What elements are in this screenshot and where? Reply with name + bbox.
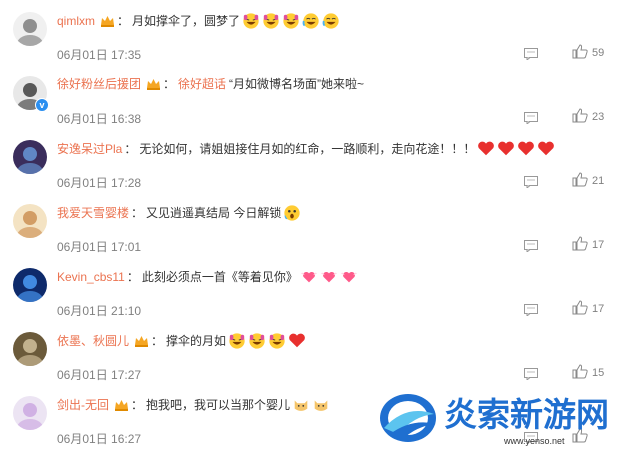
like-icon[interactable] (572, 364, 588, 379)
comment-time: 06月01日 16:27 (57, 432, 142, 446)
colon-separator: ： (124, 142, 137, 156)
cat-emoji-icon (312, 396, 330, 414)
comment-text: 月如撑伞了，圆梦了 (132, 14, 241, 28)
comment-username[interactable]: qimlxm (57, 13, 95, 29)
shock-emoji-icon (283, 204, 301, 222)
comment-username[interactable]: Kevin_cbs11 (57, 269, 125, 285)
like-count: 59 (592, 47, 605, 59)
comment-time: 06月01日 17:35 (57, 48, 142, 62)
lol-emoji-icon (302, 12, 320, 30)
avatar[interactable] (13, 12, 47, 46)
reply-icon[interactable] (524, 175, 538, 190)
heart-emoji-icon (517, 140, 535, 158)
comment-item: Kevin_cbs11：此刻必须点一首《等着见你》 06月01日 21:10 17 (0, 266, 626, 330)
comment-item: 我爱天雪婴楼：又见逍遥真结局 今日解锁 06月01日 17:01 17 (0, 202, 626, 266)
watermark-url: www.yenso.net (503, 436, 565, 446)
like-icon[interactable] (572, 44, 588, 59)
reply-icon[interactable] (524, 367, 538, 382)
comment-text: 抱我吧，我可以当那个婴儿 (146, 398, 291, 412)
comment-text: 又见逍遥真结局 今日解锁 (146, 206, 282, 220)
flying-heart-emoji-icon (320, 268, 338, 286)
heart-emoji-icon (537, 140, 555, 158)
comment-item: 安逸呆过Pla：无论如何，请姐姐接住月如的红命，一路顺利，走向花途！！！ 06月0… (0, 138, 626, 202)
doge-laugh-emoji-icon (262, 12, 280, 30)
cat-emoji-icon (292, 396, 310, 414)
avatar[interactable] (13, 140, 47, 174)
avatar[interactable] (13, 268, 47, 302)
lol-emoji-icon (322, 12, 340, 30)
heart-emoji-icon (288, 332, 306, 350)
crown-badge-icon (114, 399, 129, 411)
avatar[interactable] (13, 204, 47, 238)
heart-emoji-icon (477, 140, 495, 158)
verified-badge-icon: v (35, 98, 49, 112)
like-icon[interactable] (572, 108, 588, 123)
like-count: 17 (592, 239, 605, 251)
comment-time: 06月01日 17:27 (57, 368, 142, 382)
doge-laugh-emoji-icon (242, 12, 260, 30)
avatar[interactable] (13, 332, 47, 366)
comment-username[interactable]: 安逸呆过Pla (57, 141, 122, 157)
reply-icon[interactable] (524, 47, 538, 62)
like-icon[interactable] (572, 236, 588, 251)
colon-separator: ： (163, 77, 176, 91)
comment-item: v 徐好粉丝后援团 ：徐好超话 “月如微博名场面”她来啦~ 06月01日 16:38 23 (0, 74, 626, 138)
comment-text: “月如微博名场面”她来啦~ (229, 77, 365, 91)
colon-separator: ： (126, 270, 139, 284)
avatar[interactable] (13, 396, 47, 430)
like-count: 21 (592, 175, 605, 187)
heart-emoji-icon (497, 140, 515, 158)
flying-heart-emoji-icon (340, 268, 358, 286)
topic-tag[interactable]: 徐好超话 (178, 76, 226, 92)
comment-username[interactable]: 剑出-无回 (57, 397, 109, 413)
comment-text: 撑伞的月如 (166, 334, 227, 348)
reply-icon[interactable] (524, 239, 538, 254)
doge-laugh-emoji-icon (228, 332, 246, 350)
comment-time: 06月01日 17:01 (57, 240, 142, 254)
comment-username[interactable]: 徐好粉丝后援团 (57, 76, 141, 92)
colon-separator: ： (117, 14, 130, 28)
flying-heart-emoji-icon (300, 268, 318, 286)
watermark-logo: 炎索新游网 www.yenso.net (376, 384, 626, 449)
comment-text: 此刻必须点一首《等着见你》 (141, 270, 298, 284)
doge-laugh-emoji-icon (248, 332, 266, 350)
crown-badge-icon (134, 335, 149, 347)
comment-username[interactable]: 我爱天雪婴楼 (57, 205, 129, 221)
comment-item: qimlxm ：月如撑伞了，圆梦了 06月01日 17:35 59 (0, 10, 626, 74)
like-count: 23 (592, 111, 605, 123)
doge-laugh-emoji-icon (282, 12, 300, 30)
like-icon[interactable] (572, 300, 588, 315)
colon-separator: ： (151, 334, 164, 348)
comment-time: 06月01日 21:10 (57, 304, 142, 318)
reply-icon[interactable] (524, 303, 538, 318)
doge-laugh-emoji-icon (268, 332, 286, 350)
reply-icon[interactable] (524, 111, 538, 126)
comment-text: 无论如何，请姐姐接住月如的红命，一路顺利，走向花途！！！ (139, 142, 476, 156)
like-count: 17 (592, 303, 605, 315)
like-count: 15 (592, 367, 605, 379)
crown-badge-icon (146, 78, 161, 90)
comment-time: 06月01日 17:28 (57, 176, 142, 190)
colon-separator: ： (131, 398, 144, 412)
watermark-title: 炎索新游网 (444, 396, 609, 433)
colon-separator: ： (131, 206, 144, 220)
comment-username[interactable]: 依墨、秋圆儿 (57, 333, 129, 349)
crown-badge-icon (100, 15, 115, 27)
like-icon[interactable] (572, 172, 588, 187)
comment-time: 06月01日 16:38 (57, 112, 142, 126)
